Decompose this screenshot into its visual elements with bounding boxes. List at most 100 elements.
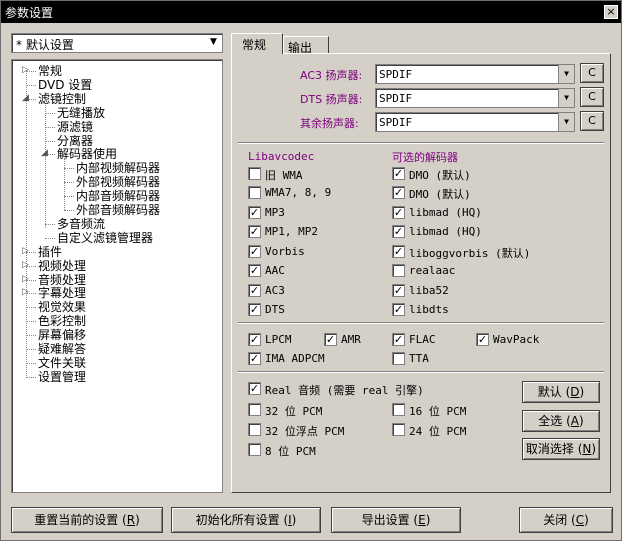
button-label-part: C — [575, 513, 585, 527]
lossless-codec-checkbox[interactable]: ✓ — [392, 333, 405, 346]
optional-decoder-label: libmad (HQ) — [409, 206, 482, 219]
tree-branch — [45, 223, 55, 225]
tree-item[interactable]: 滤镜控制 — [38, 92, 86, 106]
select-all-button[interactable]: 全选 (A) — [522, 410, 600, 432]
tree-item[interactable]: 插件 — [38, 245, 62, 259]
pcm-format-checkbox[interactable] — [248, 443, 261, 456]
pcm-format-checkbox[interactable] — [392, 423, 405, 436]
tree-item[interactable]: 音频处理 — [38, 273, 86, 287]
tree-item[interactable]: 多音频流 — [57, 217, 105, 231]
optional-decoder-checkbox[interactable]: ✓ — [392, 225, 405, 238]
optional-decoder-label: DMO (默认) — [409, 169, 471, 182]
tree-item[interactable]: 内部音频解码器 — [76, 189, 160, 203]
tree-item[interactable]: 文件关联 — [38, 356, 86, 370]
expand-icon[interactable]: ▷ — [21, 66, 30, 75]
tree-item[interactable]: 源滤镜 — [57, 120, 93, 134]
tree-branch — [64, 210, 74, 211]
tree-item[interactable]: 视觉效果 — [38, 300, 86, 314]
lossless-codec-checkbox[interactable]: ✓ — [248, 333, 261, 346]
tree-item[interactable]: 分离器 — [57, 134, 93, 148]
collapse-icon[interactable]: ◢ — [40, 149, 49, 158]
optional-decoder-label: DMO (默认) — [409, 188, 471, 201]
lossless-codec-checkbox[interactable] — [392, 352, 405, 365]
optional-decoder-checkbox[interactable]: ✓ — [392, 303, 405, 316]
tree-branch — [64, 196, 74, 198]
libavcodec-decoder-label: DTS — [265, 303, 285, 316]
tree-guide-line — [64, 158, 65, 210]
close-dialog-button[interactable]: 关闭 (C) — [519, 507, 613, 533]
tree-item[interactable]: 内部视频解码器 — [76, 161, 160, 175]
real-audio-checkbox[interactable]: ✓ — [248, 382, 261, 395]
expand-icon[interactable]: ▷ — [21, 260, 30, 270]
lossless-codec-checkbox[interactable]: ✓ — [248, 352, 261, 365]
libavcodec-decoder-checkbox[interactable]: ✓ — [248, 206, 261, 219]
optional-decoder-checkbox[interactable]: ✓ — [392, 245, 405, 258]
libavcodec-decoder-checkbox[interactable]: ✓ — [248, 284, 261, 297]
tree-item[interactable]: 常规 — [38, 64, 62, 78]
expand-icon[interactable]: ▷ — [21, 274, 30, 284]
expand-icon[interactable]: ▷ — [21, 246, 30, 256]
tree-branch — [45, 237, 55, 239]
libavcodec-decoder-checkbox[interactable] — [248, 167, 261, 180]
libavcodec-decoder-checkbox[interactable]: ✓ — [248, 225, 261, 238]
button-label-part: 初始化所有设置 ( — [195, 513, 289, 527]
libavcodec-decoder-checkbox[interactable]: ✓ — [248, 264, 261, 277]
optional-decoder-label: liboggvorbis (默认) — [409, 247, 531, 260]
speaker-config-button[interactable]: C — [580, 111, 604, 131]
separator — [238, 142, 604, 144]
libavcodec-header: Libavcodec — [248, 150, 315, 163]
settings-tree[interactable]: ▷ 常规 DVD 设置 ◢ 滤镜控制 无缝播放 源滤镜 分离器 ◢ 解码器使用 内部视频解码器 外部视… — [11, 59, 223, 493]
speaker-select[interactable]: SPDIF ▼ — [375, 88, 575, 108]
chevron-down-icon: ▼ — [558, 65, 574, 83]
preset-select[interactable]: * 默认设置 ▼ — [11, 33, 223, 53]
tree-item[interactable]: 无缝播放 — [57, 106, 105, 120]
tree-item[interactable]: 解码器使用 — [57, 147, 117, 161]
tree-item[interactable]: 字幕处理 — [38, 286, 86, 300]
separator — [238, 371, 604, 373]
tab-output[interactable]: 输出 — [283, 36, 329, 55]
close-button[interactable]: × — [604, 5, 618, 19]
tree-item[interactable]: 屏幕偏移 — [38, 328, 86, 342]
lossless-codec-checkbox[interactable]: ✓ — [476, 333, 489, 346]
tree-item[interactable]: 自定义滤镜管理器 — [57, 231, 153, 245]
pcm-format-checkbox[interactable] — [248, 423, 261, 436]
speaker-config-button[interactable]: C — [580, 87, 604, 107]
libavcodec-decoder-checkbox[interactable]: ✓ — [248, 303, 261, 316]
libavcodec-decoder-checkbox[interactable] — [248, 186, 261, 199]
optional-decoder-checkbox[interactable] — [392, 264, 405, 277]
initialize-all-button[interactable]: 初始化所有设置 (I) — [171, 507, 321, 533]
optional-decoder-checkbox[interactable]: ✓ — [392, 284, 405, 297]
button-label-part: ) — [425, 513, 431, 527]
speaker-label: AC3 扬声器: — [300, 69, 363, 82]
default-button[interactable]: 默认 (D) — [522, 381, 600, 403]
speaker-select[interactable]: SPDIF ▼ — [375, 112, 575, 132]
optional-decoder-checkbox[interactable]: ✓ — [392, 186, 405, 199]
tree-item[interactable]: 外部视频解码器 — [76, 175, 160, 189]
speaker-config-button[interactable]: C — [580, 63, 604, 83]
tree-item[interactable]: 设置管理 — [38, 370, 86, 384]
lossless-codec-label: AMR — [341, 333, 361, 346]
reset-current-button[interactable]: 重置当前的设置 (R) — [11, 507, 163, 533]
tree-item[interactable]: 视频处理 — [38, 259, 86, 273]
optional-decoder-checkbox[interactable]: ✓ — [392, 167, 405, 180]
tab-general[interactable]: 常规 — [231, 33, 283, 54]
deselect-button[interactable]: 取消选择 (N) — [522, 438, 600, 460]
close-icon: × — [606, 5, 616, 18]
optional-decoder-checkbox[interactable]: ✓ — [392, 206, 405, 219]
export-settings-button[interactable]: 导出设置 (E) — [331, 507, 461, 533]
button-label-part: 导出设置 ( — [361, 513, 419, 527]
title-bar[interactable]: 参数设置 × — [1, 1, 621, 23]
pcm-format-checkbox[interactable] — [248, 403, 261, 416]
tree-item[interactable]: 疑难解答 — [38, 342, 86, 356]
collapse-icon[interactable]: ◢ — [21, 93, 30, 103]
libavcodec-decoder-checkbox[interactable]: ✓ — [248, 245, 261, 258]
tree-item[interactable]: 外部音频解码器 — [76, 203, 160, 217]
tree-item[interactable]: DVD 设置 — [38, 78, 92, 92]
pcm-format-checkbox[interactable] — [392, 403, 405, 416]
button-label-part: 默认 ( — [537, 385, 571, 399]
button-label-part: 关闭 ( — [543, 513, 576, 527]
expand-icon[interactable]: ▷ — [21, 288, 30, 297]
lossless-codec-checkbox[interactable]: ✓ — [324, 333, 337, 346]
tree-item[interactable]: 色彩控制 — [38, 314, 86, 328]
speaker-select[interactable]: SPDIF ▼ — [375, 64, 575, 84]
